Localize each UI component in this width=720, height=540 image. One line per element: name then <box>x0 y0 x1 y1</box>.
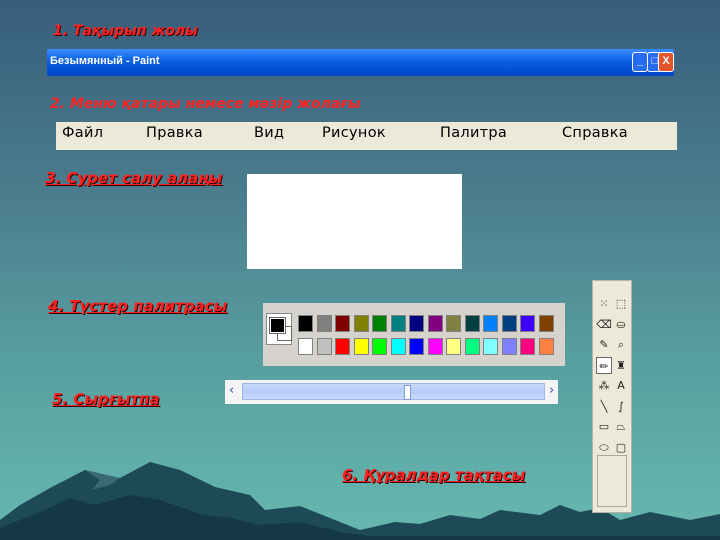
color-palette <box>263 303 565 366</box>
color-swatch[interactable] <box>427 315 443 332</box>
menu-palette[interactable]: Палитра <box>440 125 507 141</box>
color-swatch[interactable] <box>316 338 332 355</box>
ellipse-icon[interactable]: ⬭ <box>596 439 612 456</box>
color-swatch[interactable] <box>520 315 535 332</box>
horizontal-scrollbar[interactable]: ‹ › <box>225 380 558 404</box>
label-toolbox: 6. Құралдар тақтасы <box>342 466 526 484</box>
close-button[interactable]: X <box>658 52 674 72</box>
window-title: Безымянный - Paint <box>50 55 160 67</box>
menu-edit[interactable]: Правка <box>146 125 203 141</box>
line-icon[interactable]: ╲ <box>596 398 612 415</box>
scroll-track[interactable] <box>242 383 545 400</box>
color-swatch[interactable] <box>538 338 554 355</box>
label-menu-line: 2. Меню қатары немесе мәзір жолағы <box>50 96 361 112</box>
scroll-left-arrow-icon[interactable]: ‹ <box>229 383 234 398</box>
label-drawing-area: 3. Сурет салу алаңы <box>45 169 223 187</box>
color-swatch[interactable] <box>483 338 498 355</box>
rounded-rect-icon[interactable]: ▢ <box>613 439 629 456</box>
toolbox: ⁙ ⬚ ⌫ ⛀ ✎ ⌕ ✏ ♜ ⁂ A ╲ ∫ ▭ ⏢ ⬭ ▢ <box>592 280 632 513</box>
color-swatch[interactable] <box>446 338 461 355</box>
menu-view[interactable]: Вид <box>254 125 284 141</box>
color-swatch[interactable] <box>353 338 369 355</box>
eraser-icon[interactable]: ⌫ <box>596 316 612 333</box>
menu-help[interactable]: Справка <box>562 125 628 141</box>
current-colors[interactable] <box>266 313 292 345</box>
label-palette: 4. Түстер палитрасы <box>48 297 228 315</box>
color-swatch[interactable] <box>501 315 517 332</box>
label-scrollbar: 5. Сырғытпа <box>52 390 160 408</box>
pencil-icon[interactable]: ✏ <box>596 356 612 374</box>
color-swatch[interactable] <box>464 338 480 355</box>
color-swatch[interactable] <box>372 338 387 355</box>
color-swatch[interactable] <box>464 315 480 332</box>
color-swatch[interactable] <box>409 338 424 355</box>
color-swatch[interactable] <box>501 338 517 355</box>
color-swatch[interactable] <box>520 338 535 355</box>
color-swatch[interactable] <box>298 338 313 355</box>
rect-select-icon[interactable]: ⬚ <box>613 295 629 312</box>
menu-bar: Файл Правка Вид Рисунок Палитра Справка <box>56 122 677 150</box>
label-title-line: 1. Тақырып жолы <box>53 23 198 39</box>
color-swatch[interactable] <box>390 315 406 332</box>
color-swatch[interactable] <box>335 338 350 355</box>
color-swatch[interactable] <box>409 315 424 332</box>
color-swatch[interactable] <box>335 315 350 332</box>
rectangle-icon[interactable]: ▭ <box>596 418 612 435</box>
airbrush-icon[interactable]: ⁂ <box>596 377 612 394</box>
color-swatch[interactable] <box>316 315 332 332</box>
menu-image[interactable]: Рисунок <box>322 125 386 141</box>
color-swatch[interactable] <box>298 315 313 332</box>
window-title-bar[interactable]: Безымянный - Paint _ □ X <box>47 49 674 76</box>
color-swatch[interactable] <box>483 315 498 332</box>
brush-icon[interactable]: ♜ <box>613 357 629 374</box>
drawing-canvas[interactable] <box>247 174 462 269</box>
fill-bucket-icon[interactable]: ⛀ <box>613 316 629 333</box>
color-swatch[interactable] <box>372 315 387 332</box>
scroll-thumb[interactable] <box>404 385 411 400</box>
color-swatch[interactable] <box>427 338 443 355</box>
color-swatch[interactable] <box>538 315 554 332</box>
free-select-icon[interactable]: ⁙ <box>596 295 612 312</box>
color-swatch[interactable] <box>353 315 369 332</box>
magnifier-icon[interactable]: ⌕ <box>613 336 629 353</box>
tool-options-box[interactable] <box>597 455 627 507</box>
color-swatch[interactable] <box>446 315 461 332</box>
color-swatch[interactable] <box>390 338 406 355</box>
polygon-icon[interactable]: ⏢ <box>613 418 629 435</box>
menu-file[interactable]: Файл <box>62 125 103 141</box>
curve-icon[interactable]: ∫ <box>613 398 629 415</box>
scroll-right-arrow-icon[interactable]: › <box>549 383 554 398</box>
text-icon[interactable]: A <box>613 377 629 394</box>
foreground-color <box>269 317 286 334</box>
color-picker-icon[interactable]: ✎ <box>596 336 612 353</box>
minimize-button[interactable]: _ <box>632 52 648 72</box>
